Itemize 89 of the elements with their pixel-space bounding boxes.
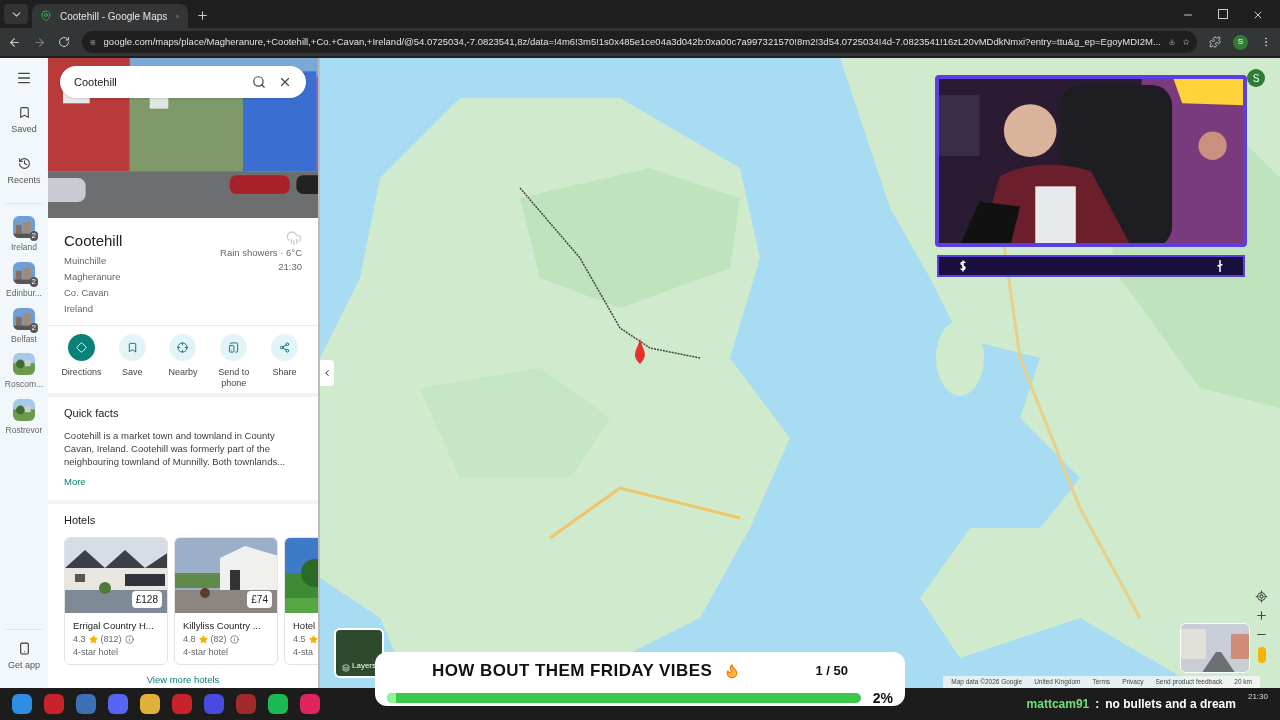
share-icon (279, 341, 291, 353)
recent-place[interactable]: Roscom... (4, 353, 44, 391)
close-icon[interactable] (278, 75, 292, 89)
search-icon[interactable] (252, 75, 266, 89)
history-icon (17, 156, 31, 170)
back-icon[interactable] (8, 35, 21, 49)
chat-separator: : (1095, 696, 1100, 713)
section-title: Hotels (64, 513, 97, 528)
count-badge: 2 (29, 276, 38, 287)
section-title: Quick facts (64, 405, 120, 421)
recent-place[interactable]: 2 Edinbur... (6, 261, 42, 300)
chat-message: no bullets and a dream (1105, 696, 1236, 713)
app-icon[interactable] (108, 694, 128, 714)
rail-item[interactable]: Recents (7, 156, 41, 187)
goal-percent: 2% (872, 688, 893, 708)
hotel-card[interactable]: £128 Errigal Country H... 4.3 (812) 4-star hotel (64, 536, 168, 665)
search-field[interactable]: Cootehill (60, 66, 306, 98)
target-icon (177, 341, 189, 353)
tab-list-button[interactable] (4, 4, 28, 24)
hotel-card[interactable]: £74 Killyliss Country ... 4.8 (82) 4-star hotel (174, 536, 278, 665)
action-button[interactable]: Share (260, 333, 309, 389)
address-line: Ireland (64, 301, 95, 316)
rain-cloud-icon (286, 230, 302, 246)
place-title: Cootehill (64, 231, 124, 251)
address-line: Magheranure (64, 269, 122, 284)
reload-icon[interactable] (58, 36, 70, 48)
info-icon[interactable] (124, 635, 134, 644)
bookmark-star-icon[interactable] (1182, 36, 1189, 48)
star-icon (308, 635, 318, 644)
count-badge: 2 (29, 231, 38, 241)
rating-value: 4.5 (293, 632, 306, 646)
hotel-type: 4-star hotel (183, 646, 230, 660)
app-icon[interactable] (268, 694, 288, 714)
browser-tab[interactable]: Cootehill - Google Maps (32, 4, 188, 28)
star-icon (198, 635, 208, 644)
review-count: (82) (210, 632, 227, 646)
more-link[interactable]: More (64, 476, 86, 487)
bookmark-icon (17, 106, 31, 119)
get-app-button[interactable]: Get app (8, 641, 40, 672)
weather-time: 21:30 (278, 260, 302, 275)
weather-text: Rain showers · 6°C (220, 246, 302, 260)
info-icon[interactable] (229, 635, 239, 644)
action-button[interactable]: Directions (57, 333, 106, 389)
extensions-icon[interactable] (1209, 36, 1221, 48)
more-link[interactable]: View more hotels (146, 672, 220, 687)
tab-title: Cootehill - Google Maps (60, 9, 168, 24)
app-icon[interactable] (76, 694, 96, 714)
address-line: Muinchille (64, 253, 108, 268)
recent-place[interactable]: Rostrevor (5, 399, 43, 437)
url-text: google.com/maps/place/Magheranure,+Cootehill,+Co.+Cavan,+Ireland/@54.0725034,-7.0823541,8z/data=!4m6!3m5!1s0x485e1ce04a3d042b:0xa00c7a997321570!8m2!3d54.0725034!4d-7.0823541!16zL20vMDdkNmxi?entry=ttu&g_ep=EgoyMDI2M... (103, 34, 1161, 49)
rail-item[interactable]: Saved (11, 106, 37, 137)
forward-icon[interactable] (33, 35, 46, 49)
install-icon[interactable] (1168, 36, 1175, 48)
hotel-name: Hotel (293, 618, 317, 633)
hotel-type: 4-star hotel (73, 646, 120, 660)
star-icon (88, 635, 98, 644)
restore-icon[interactable] (1218, 9, 1228, 19)
phone-icon (228, 341, 240, 353)
start-icon[interactable] (12, 694, 32, 714)
review-count: (812) (100, 632, 122, 646)
hotel-name: Killyliss Country ... (183, 618, 262, 633)
address-line: Co. Cavan (64, 285, 110, 300)
recent-place[interactable]: 2 Ireland (11, 216, 37, 254)
count-badge: 2 (29, 322, 38, 333)
phone-icon (17, 641, 31, 655)
recent-place[interactable]: 2 Belfast (11, 307, 37, 346)
action-button[interactable]: Save (108, 333, 157, 389)
close-icon[interactable] (1252, 9, 1264, 21)
bookmark-icon (126, 341, 138, 353)
chat-username: mattcam91 (1026, 696, 1090, 713)
app-icon[interactable] (44, 694, 64, 714)
new-tab-icon[interactable] (196, 9, 209, 22)
clock-text: 21:30 (1247, 691, 1268, 703)
app-icon[interactable] (204, 694, 224, 714)
search-value: Cootehill (74, 74, 118, 90)
folder-icon[interactable] (140, 694, 160, 714)
menu-icon[interactable] (16, 70, 32, 86)
address-bar[interactable] (82, 31, 1197, 53)
hotel-type: 4-sta (293, 646, 314, 660)
hotel-name: Errigal Country H... (73, 618, 155, 633)
action-button[interactable]: Send to phone (209, 333, 258, 389)
app-icon[interactable] (172, 694, 192, 714)
profile-avatar[interactable]: S (1233, 34, 1248, 50)
app-icon[interactable] (300, 694, 320, 714)
map-pin-icon (40, 10, 52, 22)
rating-value: 4.3 (73, 632, 86, 646)
description-text: Cootehill is a market town and townland in County Cavan, Ireland. Cootehill was formerly part of the neighbouring townland of Munnilly. Both townlands... (64, 429, 287, 468)
action-button[interactable]: Nearby (159, 333, 207, 389)
rating-value: 4.8 (183, 632, 196, 646)
